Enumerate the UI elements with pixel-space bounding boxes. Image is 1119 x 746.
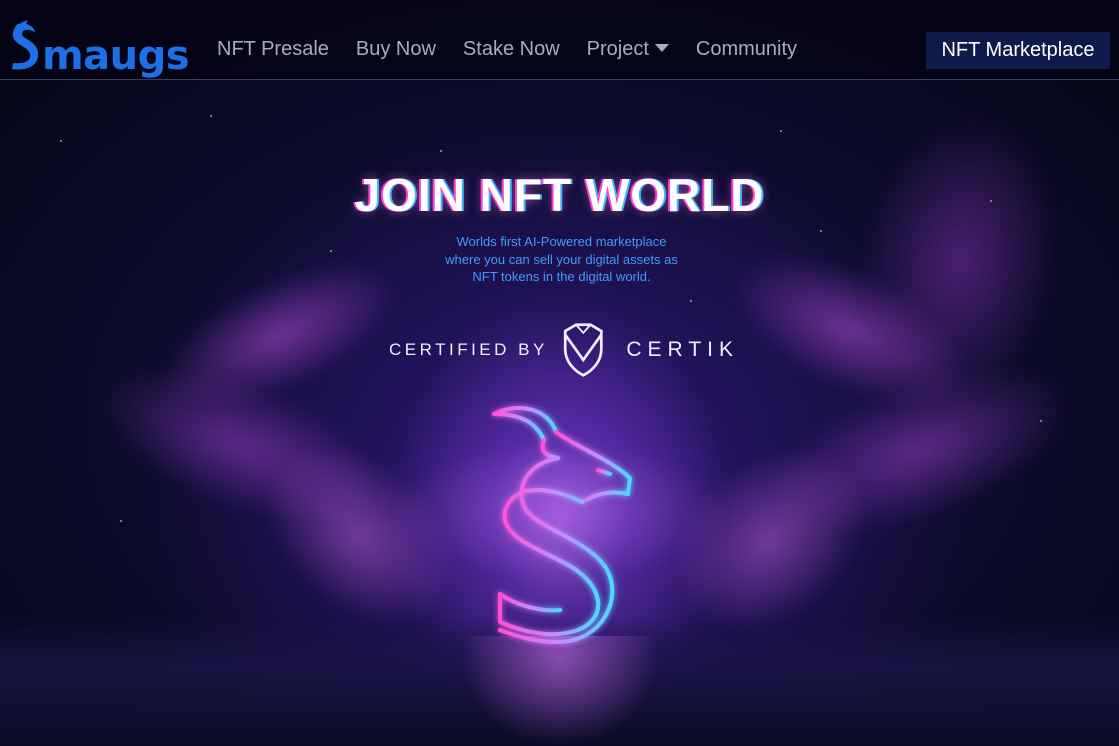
caret-down-icon xyxy=(654,43,669,52)
neon-dragon-s-icon xyxy=(492,406,632,644)
certik-shield-icon xyxy=(563,323,603,377)
dragon-s-logo-icon xyxy=(12,20,39,70)
certified-by-label: CERTIFIED BY xyxy=(389,340,548,359)
star xyxy=(60,140,62,142)
navbar: maugs NFT Presale Buy Now Stake Now Proj… xyxy=(0,0,1119,80)
certik-badge[interactable]: CERTIFIED BY CERTIK xyxy=(389,318,739,382)
hero-title: JOIN NFT WORLD xyxy=(354,169,765,221)
brand-name: maugs xyxy=(42,33,190,79)
nav-links: NFT Presale Buy Now Stake Now Project Co… xyxy=(217,38,824,61)
nav-item-stake-now[interactable]: Stake Now xyxy=(463,38,560,61)
nav-item-project[interactable]: Project xyxy=(587,38,669,61)
star xyxy=(780,130,782,132)
page: maugs NFT Presale Buy Now Stake Now Proj… xyxy=(0,0,1119,746)
nav-item-nft-presale[interactable]: NFT Presale xyxy=(217,38,329,61)
star xyxy=(440,150,442,152)
star xyxy=(690,300,692,302)
nav-item-community[interactable]: Community xyxy=(696,38,797,61)
nav-item-project-label: Project xyxy=(586,38,649,60)
nav-item-buy-now[interactable]: Buy Now xyxy=(356,38,436,61)
star xyxy=(1040,420,1042,422)
hero-subtitle: Worlds first AI-Powered marketplace wher… xyxy=(400,233,723,286)
star xyxy=(210,115,212,117)
star xyxy=(330,250,332,252)
brand-logo[interactable]: maugs xyxy=(8,20,190,80)
hero-subtitle-line: where you can sell your digital assets a… xyxy=(445,251,678,267)
hero-subtitle-line: Worlds first AI-Powered marketplace xyxy=(456,234,667,249)
star xyxy=(820,230,822,232)
nft-marketplace-button[interactable]: NFT Marketplace xyxy=(926,32,1110,69)
star xyxy=(120,520,122,522)
floor-glow xyxy=(460,636,660,746)
certik-brand-name: CERTIK xyxy=(626,338,739,361)
hero-subtitle-line: NFT tokens in the digital world. xyxy=(472,269,651,284)
